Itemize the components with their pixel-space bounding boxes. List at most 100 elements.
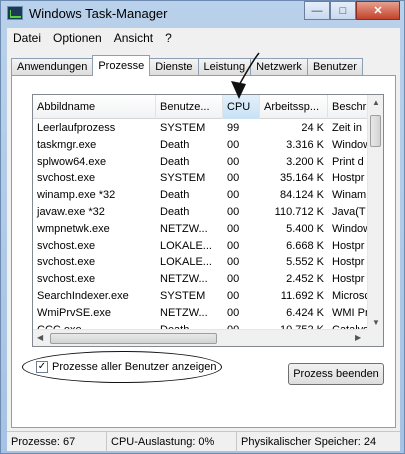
process-cpu: 00	[227, 306, 240, 319]
show-all-users-option[interactable]: ✓ Prozesse aller Benutzer anzeigen	[36, 361, 216, 373]
process-description: Window	[332, 138, 369, 151]
process-cpu: 00	[227, 273, 240, 286]
table-row[interactable]: SearchIndexer.exe SYSTEM 00 11.692 K Microsc	[33, 288, 369, 305]
process-user: Death	[160, 189, 190, 202]
tab-benutzer[interactable]: Benutzer	[306, 58, 363, 76]
process-cpu: 00	[227, 222, 240, 235]
horizontal-scroll-thumb[interactable]	[50, 333, 217, 344]
process-list[interactable]: Abbildname Benutze... CPU Arbeitssp... B…	[32, 94, 384, 347]
menu-optionen[interactable]: Optionen	[47, 31, 108, 45]
end-process-button[interactable]: Prozess beenden	[288, 363, 384, 385]
table-row[interactable]: javaw.exe *32 Death 00 110.712 K Java(T	[33, 204, 369, 221]
column-header-memory[interactable]: Arbeitssp...	[260, 95, 328, 119]
process-description: Hostpr	[332, 239, 365, 252]
menu-datei[interactable]: Datei	[7, 31, 47, 45]
process-user: NETZW...	[160, 306, 208, 319]
vertical-scrollbar[interactable]: ▲ ▼	[367, 95, 383, 330]
process-memory: 6.668 K	[286, 239, 324, 252]
process-user: SYSTEM	[160, 122, 206, 134]
scroll-up-icon[interactable]: ▲	[372, 98, 380, 107]
table-row[interactable]: svchost.exe LOKALE... 00 6.668 K Hostpr	[33, 238, 369, 255]
table-row[interactable]: svchost.exe LOKALE... 00 5.552 K Hostpr	[33, 254, 369, 271]
minimize-button[interactable]: —	[304, 1, 330, 20]
process-name: javaw.exe *32	[37, 205, 105, 218]
scroll-corner	[367, 329, 383, 346]
process-description: Microsc	[332, 289, 369, 302]
tab-prozesse[interactable]: Prozesse	[92, 55, 151, 76]
process-cpu: 00	[227, 256, 240, 269]
table-row[interactable]: WmiPrvSE.exe NETZW... 00 6.424 K WMI Pr	[33, 305, 369, 322]
process-user: Death	[160, 138, 190, 151]
maximize-icon: □	[339, 4, 347, 17]
status-cpu-usage: CPU-Auslastung: 0%	[107, 432, 237, 452]
minimize-icon: —	[311, 4, 323, 17]
column-header-description[interactable]: Beschr	[328, 95, 369, 119]
process-description: Zeit in	[332, 122, 362, 134]
table-row[interactable]: wmpnetwk.exe NETZW... 00 5.400 K Window	[33, 221, 369, 238]
table-row[interactable]: svchost.exe SYSTEM 00 35.164 K Hostpr	[33, 170, 369, 187]
column-header-cpu[interactable]: CPU	[223, 95, 260, 119]
process-cpu: 00	[227, 138, 240, 151]
status-process-count: Prozesse: 67	[7, 432, 107, 452]
tab-dienste[interactable]: Dienste	[149, 58, 199, 76]
table-row[interactable]: Leerlaufprozess SYSTEM 99 24 K Zeit in	[33, 120, 369, 137]
process-name: SearchIndexer.exe	[37, 289, 129, 302]
process-name: taskmgr.exe	[37, 138, 97, 151]
process-user: SYSTEM	[160, 289, 206, 302]
process-user: SYSTEM	[160, 172, 206, 185]
process-user: NETZW...	[160, 273, 208, 286]
menu-help[interactable]: ?	[159, 31, 178, 45]
process-name: winamp.exe *32	[37, 189, 116, 202]
table-row[interactable]: winamp.exe *32 Death 00 84.124 K Winam	[33, 187, 369, 204]
processes-panel: Abbildname Benutze... CPU Arbeitssp... B…	[11, 75, 396, 428]
process-user: NETZW...	[160, 222, 208, 235]
column-header-image-name[interactable]: Abbildname	[33, 95, 156, 119]
process-memory: 84.124 K	[279, 189, 324, 202]
scroll-right-icon[interactable]: ▶	[355, 333, 361, 342]
process-description: Java(T	[332, 205, 366, 218]
column-header-user[interactable]: Benutze...	[156, 95, 223, 119]
process-cpu: 99	[227, 122, 240, 134]
vertical-scroll-thumb[interactable]	[370, 115, 381, 147]
status-bar: Prozesse: 67 CPU-Auslastung: 0% Physikal…	[7, 431, 400, 452]
process-name: WmiPrvSE.exe	[37, 306, 111, 319]
scroll-down-icon[interactable]: ▼	[372, 318, 380, 327]
process-memory: 35.164 K	[279, 172, 324, 185]
tab-netzwerk[interactable]: Netzwerk	[250, 58, 308, 76]
process-cpu: 00	[227, 172, 240, 185]
close-icon: ✕	[373, 5, 383, 17]
process-description: Hostpr	[332, 256, 365, 269]
process-memory: 11.692 K	[280, 289, 324, 302]
table-row[interactable]: taskmgr.exe Death 00 3.316 K Window	[33, 137, 369, 154]
process-memory: 5.400 K	[286, 222, 324, 235]
tab-leistung[interactable]: Leistung	[197, 58, 252, 76]
process-user: LOKALE...	[160, 256, 212, 269]
process-description: Hostpr	[332, 273, 365, 286]
process-memory: 3.316 K	[286, 138, 324, 151]
process-memory: 6.424 K	[286, 306, 324, 319]
close-button[interactable]: ✕	[356, 1, 400, 20]
process-description: Print d	[332, 155, 364, 168]
maximize-button[interactable]: □	[330, 1, 356, 20]
status-physical-memory: Physikalischer Speicher: 24	[241, 436, 377, 448]
check-icon: ✓	[37, 361, 47, 372]
show-all-users-checkbox[interactable]: ✓	[36, 361, 48, 373]
horizontal-scrollbar[interactable]: ◀ ▶	[33, 329, 369, 346]
title-bar[interactable]: Windows Task-Manager — □ ✕	[1, 1, 404, 27]
process-user: Death	[160, 205, 190, 218]
tab-strip: Anwendungen Prozesse Dienste Leistung Ne…	[11, 55, 363, 76]
process-memory: 3.200 K	[286, 155, 324, 168]
menu-ansicht[interactable]: Ansicht	[108, 31, 159, 45]
process-name: svchost.exe	[37, 256, 96, 269]
task-manager-icon	[7, 6, 23, 20]
process-cpu: 00	[227, 205, 240, 218]
scroll-left-icon[interactable]: ◀	[37, 333, 43, 342]
window-title: Windows Task-Manager	[29, 6, 168, 21]
table-row[interactable]: svchost.exe NETZW... 00 2.452 K Hostpr	[33, 271, 369, 288]
process-description: Window	[332, 222, 369, 235]
process-memory: 24 K	[301, 122, 324, 134]
tab-anwendungen[interactable]: Anwendungen	[11, 58, 94, 76]
task-manager-window: Windows Task-Manager — □ ✕ Datei Optione…	[0, 0, 405, 454]
table-row[interactable]: splwow64.exe Death 00 3.200 K Print d	[33, 154, 369, 171]
process-user: LOKALE...	[160, 239, 212, 252]
